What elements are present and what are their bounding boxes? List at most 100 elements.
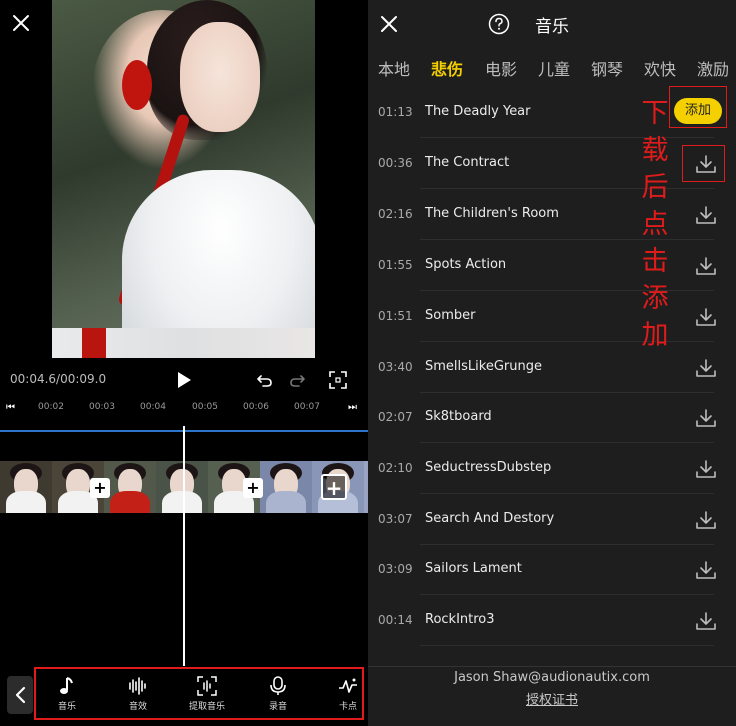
play-icon	[178, 372, 191, 388]
track-row[interactable]: 01:51 Somber	[368, 292, 736, 342]
track-name: Sk8tboard	[425, 409, 492, 424]
beat-sync-icon	[339, 678, 357, 693]
undo-button[interactable]	[252, 367, 278, 393]
track-row[interactable]: 02:07 Sk8tboard	[368, 393, 736, 443]
tool-label: 卡点	[338, 702, 357, 712]
instruction-annotation: 下 载 后 点 击 添 加	[638, 95, 672, 354]
track-duration: 01:13	[378, 105, 413, 119]
download-icon[interactable]	[694, 203, 718, 227]
page-title-text: 音乐	[535, 17, 569, 37]
jump-end-icon[interactable]: ⏭	[348, 402, 357, 413]
add-button-highlight	[669, 86, 727, 128]
tab-kids[interactable]: 儿童	[538, 56, 570, 80]
redo-icon	[290, 375, 305, 387]
track-duration: 03:07	[378, 512, 413, 526]
track-name: SmellsLikeGrunge	[425, 359, 542, 374]
download-icon[interactable]	[694, 457, 718, 481]
track-duration: 03:09	[378, 562, 413, 576]
fullscreen-icon	[329, 371, 347, 389]
track-duration: 03:40	[378, 360, 413, 374]
track-duration: 00:14	[378, 613, 413, 627]
track-row[interactable]: 03:09 Sailors Lament	[368, 545, 736, 595]
category-tabs: 本地 悲伤 电影 儿童 钢琴 欢快 激励	[368, 56, 736, 82]
download-button-highlight	[682, 145, 725, 182]
fullscreen-button[interactable]	[325, 367, 351, 393]
track-row[interactable]: 03:07 Search And Destory	[368, 495, 736, 545]
tab-movie[interactable]: 电影	[485, 56, 517, 80]
tool-label: 提取音乐	[188, 702, 225, 712]
tool-music[interactable]: 音乐	[42, 676, 92, 712]
add-transition-button[interactable]: +	[90, 478, 110, 498]
artist-credit: Jason Shaw@audionautix.com	[454, 670, 650, 685]
video-preview[interactable]	[52, 0, 315, 358]
tool-beat-sync[interactable]: 卡点	[323, 676, 368, 712]
annotation-char: 添	[641, 283, 669, 314]
track-name: The Deadly Year	[425, 104, 531, 119]
download-icon[interactable]	[694, 254, 718, 278]
track-name: SeductressDubstep	[425, 460, 552, 475]
ruler-label: 00:07	[294, 402, 320, 412]
tab-local[interactable]: 本地	[378, 56, 410, 80]
track-row[interactable]: 00:14 RockIntro3	[368, 596, 736, 646]
playback-timecode: 00:04.6/00:09.0	[10, 372, 107, 386]
jump-start-icon[interactable]: ⏮	[6, 402, 15, 413]
play-button[interactable]	[171, 367, 197, 393]
track-name: Sailors Lament	[425, 561, 522, 576]
redo-button[interactable]	[284, 367, 310, 393]
license-link[interactable]: 授权证书	[368, 689, 736, 708]
track-name: Somber	[425, 308, 476, 323]
clip-thumbnail[interactable]	[156, 461, 208, 513]
annotation-char: 击	[641, 246, 669, 277]
clip-thumbnail[interactable]	[104, 461, 156, 513]
track-row[interactable]: 03:40 SmellsLikeGrunge	[368, 343, 736, 393]
ruler-label: 00:03	[89, 402, 115, 412]
track-name: RockIntro3	[425, 612, 495, 627]
close-editor-button[interactable]	[6, 8, 36, 38]
sound-wave-icon	[129, 677, 146, 695]
track-name: Search And Destory	[425, 511, 555, 526]
timeline-ruler[interactable]: ⏮ 00:02 00:03 00:04 00:05 00:06 00:07 ⏭	[0, 400, 368, 418]
download-icon[interactable]	[694, 305, 718, 329]
track-row[interactable]: 00:36 The Contract	[368, 139, 736, 189]
add-clip-button[interactable]: +	[321, 474, 347, 500]
ruler-label: 00:02	[38, 402, 64, 412]
clip-thumbnail[interactable]	[260, 461, 312, 513]
playhead[interactable]	[183, 426, 185, 666]
track-duration: 02:07	[378, 410, 413, 424]
download-icon[interactable]	[694, 558, 718, 582]
track-duration: 02:10	[378, 461, 413, 475]
track-name: Spots Action	[425, 257, 507, 272]
track-row[interactable]: 01:55 Spots Action	[368, 241, 736, 291]
tool-record[interactable]: 录音	[253, 676, 303, 712]
tab-sad[interactable]: 悲伤	[431, 56, 463, 80]
ruler-label: 00:05	[192, 402, 218, 412]
annotation-char: 点	[641, 209, 669, 240]
track-name: The Children's Room	[425, 206, 559, 221]
tab-inspiring[interactable]: 激励	[697, 56, 729, 80]
track-row[interactable]: 02:16 The Children's Room	[368, 190, 736, 240]
extract-music-icon	[197, 676, 217, 696]
microphone-icon	[270, 676, 286, 695]
tool-label: 录音	[268, 702, 287, 712]
annotation-char: 载	[641, 135, 669, 166]
download-icon[interactable]	[694, 356, 718, 380]
music-note-icon	[60, 677, 73, 694]
tool-sound-effects[interactable]: 音效	[113, 676, 163, 712]
track-duration: 02:16	[378, 207, 413, 221]
undo-icon	[257, 375, 272, 387]
track-duration: 00:36	[378, 156, 413, 170]
tab-piano[interactable]: 钢琴	[591, 56, 623, 80]
ruler-label: 00:04	[140, 402, 166, 412]
music-library-pane: 音乐 本地 悲伤 电影 儿童 钢琴 欢快 激励 01:13 The Deadly…	[368, 0, 736, 726]
download-icon[interactable]	[694, 508, 718, 532]
tab-cheerful[interactable]: 欢快	[644, 56, 676, 80]
toolbar-back-button[interactable]	[7, 676, 33, 714]
clip-thumbnail[interactable]	[0, 461, 52, 513]
download-icon[interactable]	[694, 609, 718, 633]
download-icon[interactable]	[694, 406, 718, 430]
add-transition-button[interactable]: +	[243, 478, 263, 498]
tool-extract-music[interactable]: 提取音乐	[182, 676, 232, 712]
annotation-char: 下	[641, 98, 669, 129]
track-row[interactable]: 02:10 SeductressDubstep	[368, 444, 736, 494]
annotation-char: 加	[641, 320, 669, 351]
